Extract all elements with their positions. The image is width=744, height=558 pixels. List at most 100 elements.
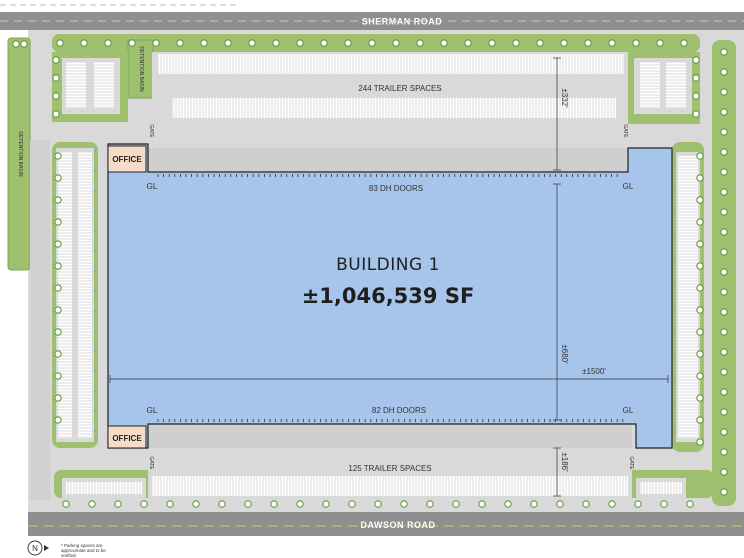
tree-icon <box>348 500 356 508</box>
gate-label-nw: GATE <box>148 124 154 138</box>
tree-icon <box>392 39 400 47</box>
tree-icon <box>426 500 434 508</box>
tree-icon <box>104 39 112 47</box>
tree-icon <box>720 48 728 56</box>
tree-icon <box>720 288 728 296</box>
gate-label-se: GATE <box>628 456 634 470</box>
tree-icon <box>696 416 704 424</box>
tree-icon <box>696 438 704 446</box>
tree-icon <box>152 39 160 47</box>
tree-icon <box>696 372 704 380</box>
tree-icon <box>720 388 728 396</box>
tree-icon <box>54 328 62 336</box>
tree-icon <box>56 39 64 47</box>
grade-level-label-nw: GL <box>147 182 158 191</box>
tree-icon <box>720 188 728 196</box>
tree-icon <box>696 306 704 314</box>
tree-icon <box>720 428 728 436</box>
south-dock-apron <box>148 424 632 448</box>
tree-icon <box>20 40 28 48</box>
north-trailer-label: 244 TRAILER SPACES <box>358 84 441 93</box>
tree-icon <box>270 500 278 508</box>
tree-icon <box>244 500 252 508</box>
tree-icon <box>720 268 728 276</box>
tree-icon <box>512 39 520 47</box>
dim-building-length: ±1500' <box>582 367 606 376</box>
building-area: ±1,046,539 SF <box>302 284 475 308</box>
tree-icon <box>224 39 232 47</box>
tree-icon <box>660 500 668 508</box>
tree-icon <box>322 500 330 508</box>
detention-basin-label-west: DETENTION BASIN <box>17 131 23 177</box>
north-trailer-row-2 <box>172 98 616 118</box>
tree-icon <box>344 39 352 47</box>
building-name: BUILDING 1 <box>336 255 440 275</box>
tree-icon <box>536 39 544 47</box>
tree-icon <box>656 39 664 47</box>
south-trailer-row <box>152 476 628 496</box>
tree-icon <box>504 500 512 508</box>
tree-icon <box>556 500 564 508</box>
tree-icon <box>584 39 592 47</box>
grade-level-label-se: GL <box>623 406 634 415</box>
south-door-count: 82 DH DOORS <box>372 406 426 415</box>
tree-icon <box>80 39 88 47</box>
tree-icon <box>720 368 728 376</box>
gate-label-sw: GATE <box>148 456 154 470</box>
tree-icon <box>54 240 62 248</box>
parking-footnote: * Parking spaces are approximate and to … <box>61 543 106 558</box>
tree-icon <box>114 500 122 508</box>
tree-icon <box>54 416 62 424</box>
east-parking-row <box>678 156 698 438</box>
tree-icon <box>720 468 728 476</box>
tree-icon <box>62 500 70 508</box>
tree-icon <box>720 228 728 236</box>
west-parking-row-2 <box>78 152 92 438</box>
office-label-north: OFFICE <box>112 155 142 164</box>
tree-icon <box>88 500 96 508</box>
dim-south-court: ±186' <box>560 452 569 472</box>
road-label-north: SHERMAN ROAD <box>362 17 443 27</box>
tree-icon <box>192 500 200 508</box>
tree-icon <box>720 308 728 316</box>
tree-icon <box>720 208 728 216</box>
tree-icon <box>52 74 60 82</box>
tree-icon <box>692 56 700 64</box>
tree-icon <box>200 39 208 47</box>
tree-icon <box>464 39 472 47</box>
grade-level-label-ne: GL <box>623 182 634 191</box>
tree-icon <box>696 196 704 204</box>
tree-icon <box>400 500 408 508</box>
tree-icon <box>608 500 616 508</box>
detention-basin-label-north: DETENTION BASIN <box>138 46 144 92</box>
tree-icon <box>634 500 642 508</box>
tree-icon <box>52 92 60 100</box>
tree-icon <box>368 39 376 47</box>
office-label-south: OFFICE <box>112 434 142 443</box>
tree-icon <box>560 39 568 47</box>
tree-icon <box>54 306 62 314</box>
tree-icon <box>166 500 174 508</box>
north-door-count: 83 DH DOORS <box>369 184 423 193</box>
tree-icon <box>54 284 62 292</box>
tree-icon <box>416 39 424 47</box>
tree-icon <box>720 128 728 136</box>
tree-icon <box>54 196 62 204</box>
tree-icon <box>720 488 728 496</box>
north-trailer-row-1 <box>158 54 624 74</box>
tree-icon <box>692 92 700 100</box>
tree-icon <box>696 174 704 182</box>
tree-icon <box>320 39 328 47</box>
tree-icon <box>680 39 688 47</box>
tree-icon <box>52 56 60 64</box>
tree-icon <box>374 500 382 508</box>
tree-icon <box>54 152 62 160</box>
tree-icon <box>608 39 616 47</box>
tree-icon <box>440 39 448 47</box>
tree-icon <box>478 500 486 508</box>
tree-icon <box>720 68 728 76</box>
tree-icon <box>54 350 62 358</box>
tree-icon <box>720 448 728 456</box>
tree-icon <box>632 39 640 47</box>
tree-icon <box>52 110 60 118</box>
